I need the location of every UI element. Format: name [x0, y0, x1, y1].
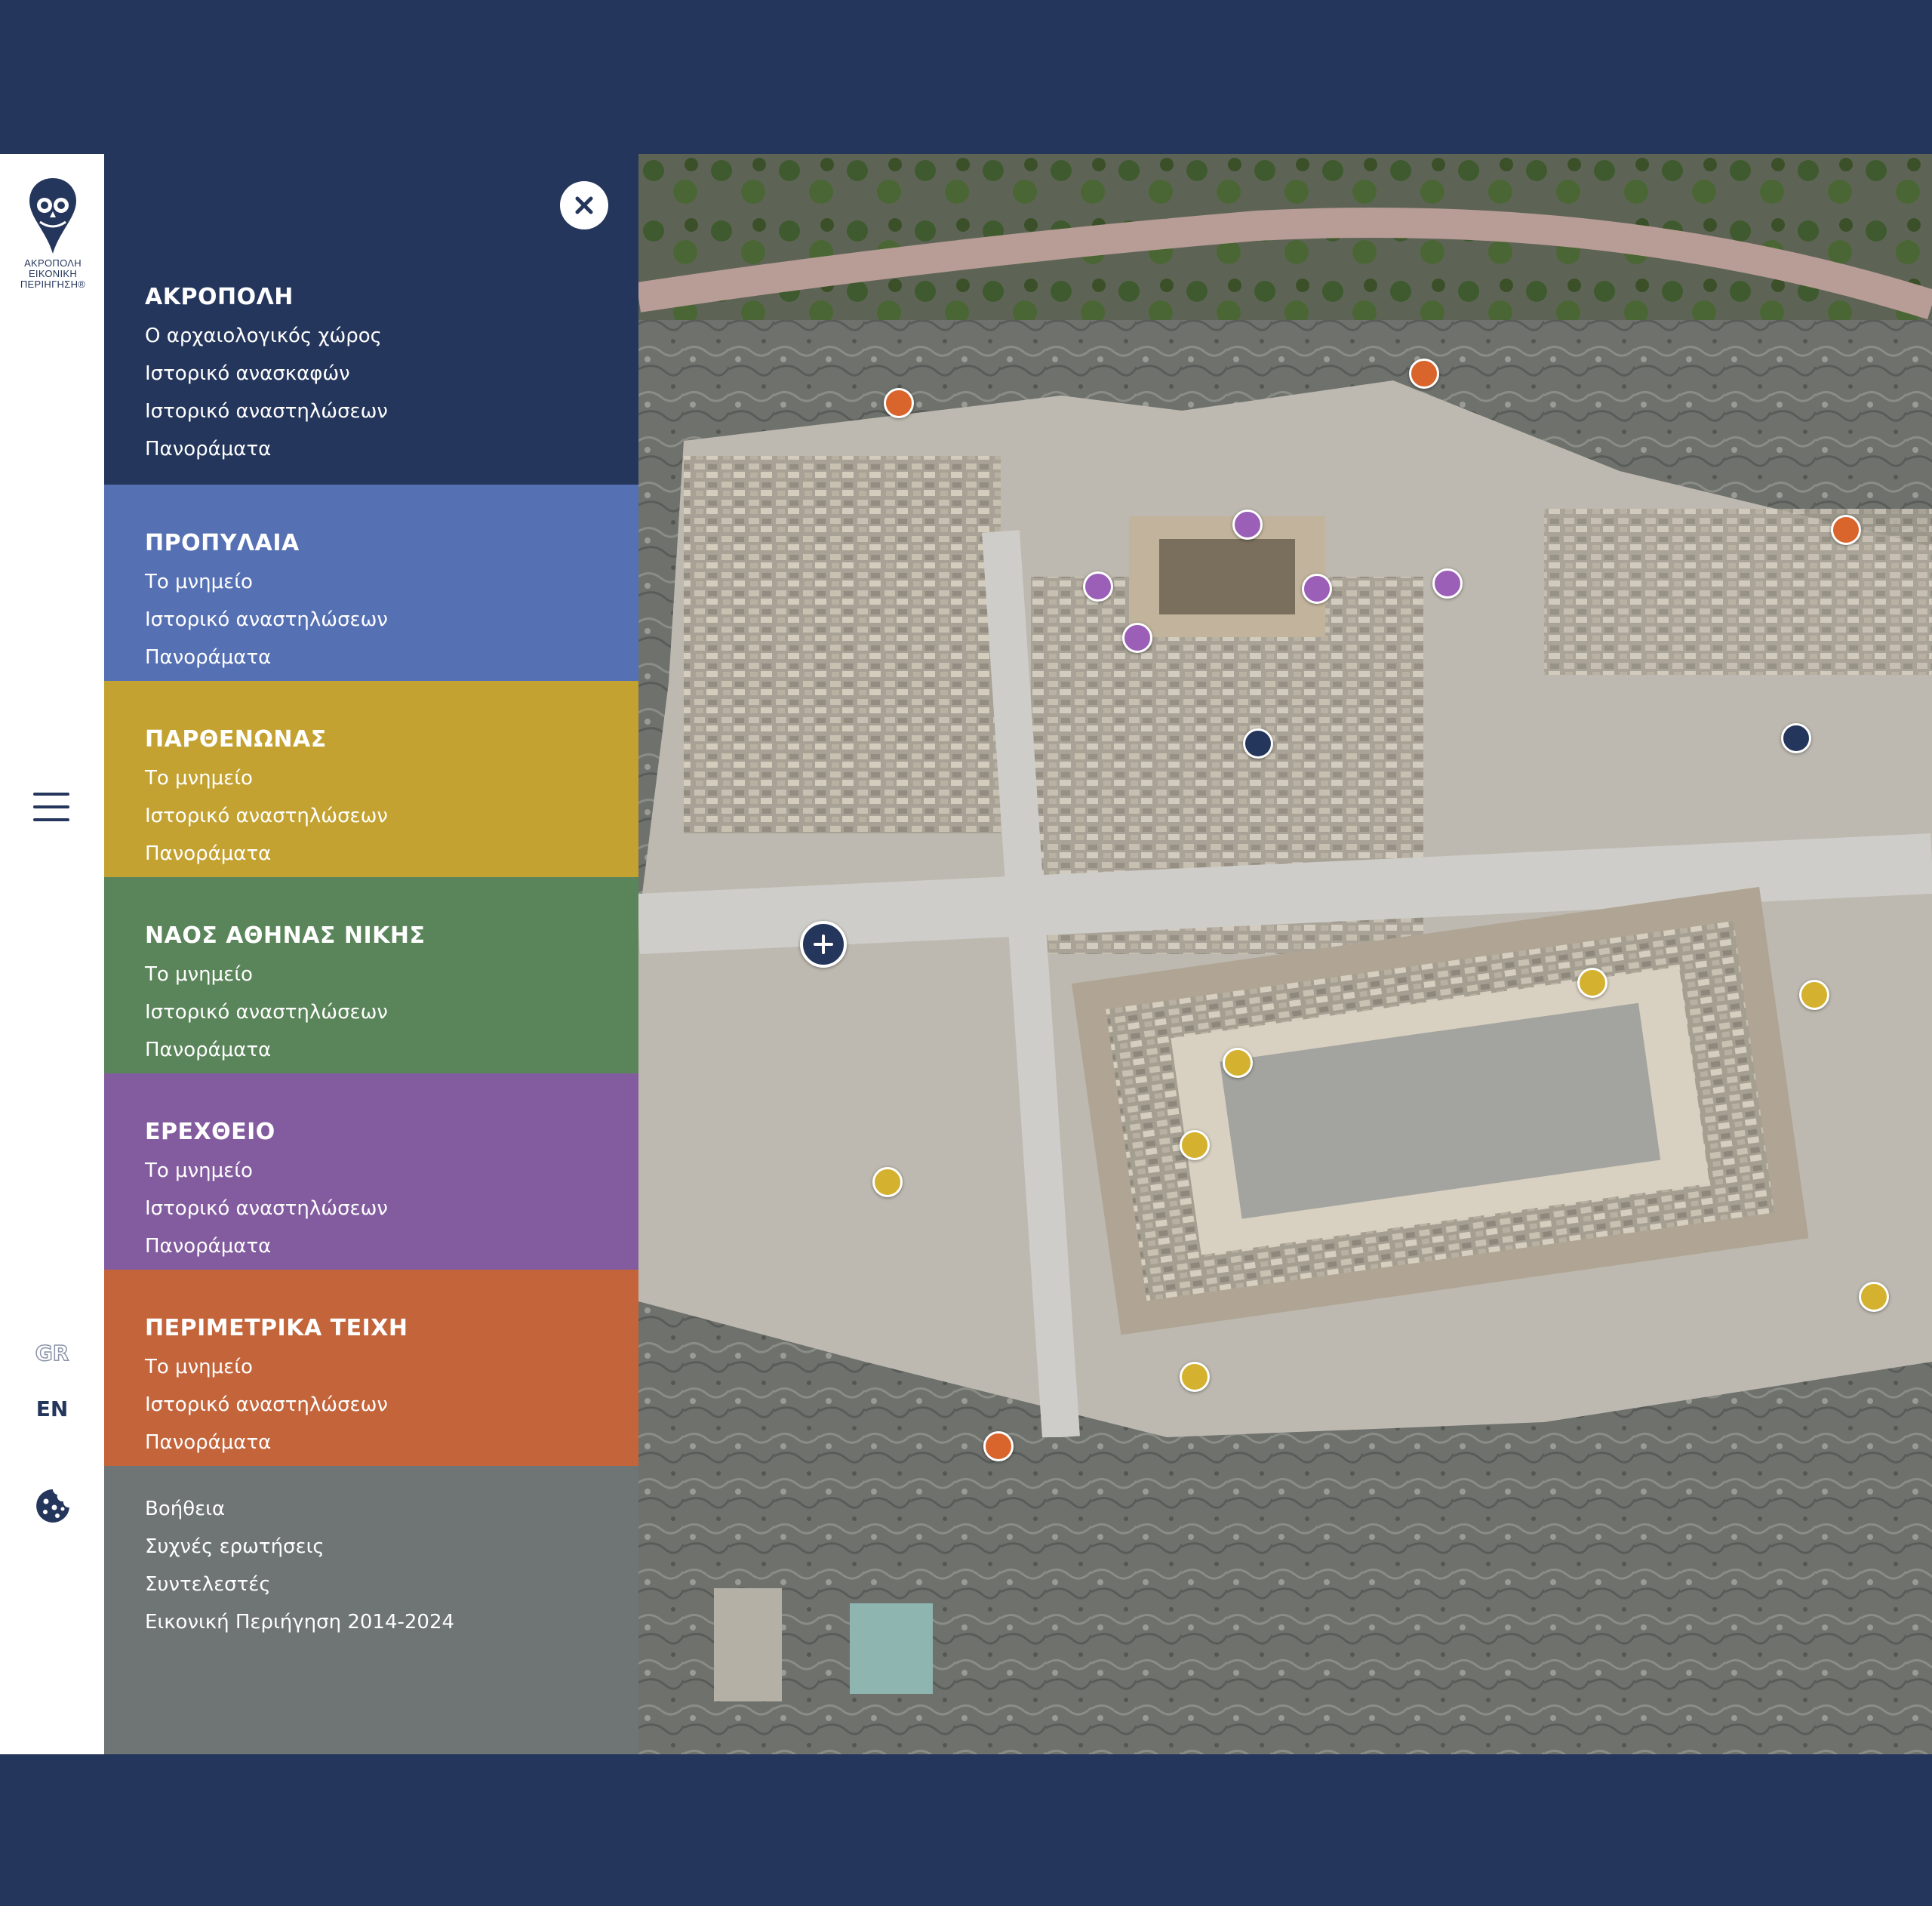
section-title[interactable]: ΑΚΡΟΠΟΛΗ [145, 284, 294, 310]
hamburger-bar [33, 818, 69, 821]
menu-link[interactable]: Το μνημείο [145, 1159, 253, 1182]
logo-text-line: ΕΙΚΟΝΙΚΗ [28, 268, 78, 279]
menu-link[interactable]: Πανοράματα [145, 1039, 271, 1061]
menu-link[interactable]: Πανοράματα [145, 842, 271, 865]
menu-footer: Βοήθεια Συχνές ερωτήσεις Συντελεστές Εικ… [104, 1466, 638, 1754]
map-pin-erechtheion[interactable] [1122, 623, 1152, 653]
logo[interactable]: ΑΚΡΟΠΟΛΗ ΕΙΚΟΝΙΚΗ ΠΕΡΙΗΓΗΣΗ® [14, 175, 92, 290]
menu-link[interactable]: Το μνημείο [145, 571, 253, 593]
hamburger-bar [33, 793, 69, 796]
faq-link[interactable]: Συχνές ερωτήσεις [145, 1535, 325, 1558]
menu-link[interactable]: Πανοράματα [145, 1431, 271, 1454]
menu-link[interactable]: Ιστορικό ανασκαφών [145, 362, 350, 385]
close-icon [575, 196, 593, 214]
section-title[interactable]: ΕΡΕΧΘΕΙΟ [145, 1119, 275, 1145]
help-link[interactable]: Βοήθεια [145, 1498, 225, 1520]
cookie-icon[interactable] [35, 1488, 71, 1524]
map-pin-parthenon[interactable] [1577, 968, 1607, 998]
map-pin-erechtheion[interactable] [1302, 574, 1332, 604]
map-pin-walls[interactable] [884, 388, 914, 418]
map-pin-parthenon[interactable] [1180, 1362, 1210, 1392]
menu-link[interactable]: Ιστορικό αναστηλώσεων [145, 1393, 388, 1416]
owl-pin-icon [29, 178, 76, 254]
navigation-menu: ΑΚΡΟΠΟΛΗ Ο αρχαιολογικός χώρος Ιστορικό … [104, 154, 638, 1754]
menu-link[interactable]: Ιστορικό αναστηλώσεων [145, 805, 388, 827]
menu-link[interactable]: Πανοράματα [145, 438, 271, 460]
menu-link[interactable]: Το μνημείο [145, 767, 253, 790]
map-pin-parthenon[interactable] [1223, 1048, 1253, 1078]
section-title[interactable]: ΠΑΡΘΕΝΩΝΑΣ [145, 726, 327, 753]
map-pin-walls[interactable] [983, 1431, 1014, 1461]
aerial-map[interactable] [638, 154, 1932, 1754]
menu-link[interactable]: Πανοράματα [145, 646, 271, 669]
section-title[interactable]: ΝΑΟΣ ΑΘΗΝΑΣ ΝΙΚΗΣ [145, 922, 425, 949]
map-pin-parthenon[interactable] [1859, 1282, 1889, 1312]
virtual-tour-link[interactable]: Εικονική Περιήγηση 2014-2024 [145, 1611, 454, 1633]
menu-section-parthenon: ΠΑΡΘΕΝΩΝΑΣ Το μνημείο Ιστορικό αναστηλώσ… [104, 681, 638, 877]
section-title[interactable]: ΠΕΡΙΜΕΤΡΙΚΑ ΤΕΙΧΗ [145, 1315, 408, 1341]
menu-link[interactable]: Ιστορικό αναστηλώσεων [145, 1001, 388, 1024]
app-window: ΑΚΡΟΠΟΛΗ ΕΙΚΟΝΙΚΗ ΠΕΡΙΗΓΗΣΗ® GR EN ΑΚΡΟΠ… [0, 154, 1932, 1754]
map-pin-erechtheion[interactable] [1432, 568, 1463, 599]
menu-link[interactable]: Ιστορικό αναστηλώσεων [145, 608, 388, 631]
map-pin-parthenon[interactable] [1799, 980, 1829, 1010]
menu-section-perimeter-walls: ΠΕΡΙΜΕΤΡΙΚΑ ΤΕΙΧΗ Το μνημείο Ιστορικό αν… [104, 1270, 638, 1466]
menu-section-acropolis: ΑΚΡΟΠΟΛΗ Ο αρχαιολογικός χώρος Ιστορικό … [104, 154, 638, 485]
map-pin-parthenon[interactable] [872, 1167, 903, 1197]
hamburger-bar [33, 805, 69, 808]
side-rail: ΑΚΡΟΠΟΛΗ ΕΙΚΟΝΙΚΗ ΠΕΡΙΗΓΗΣΗ® GR EN [0, 154, 104, 1754]
hamburger-icon[interactable] [33, 793, 71, 823]
menu-link[interactable]: Πανοράματα [145, 1235, 271, 1258]
add-point-button[interactable] [800, 921, 847, 968]
menu-link[interactable]: Το μνημείο [145, 1356, 253, 1378]
logo-text-line: ΑΚΡΟΠΟΛΗ [24, 257, 82, 269]
credits-link[interactable]: Συντελεστές [145, 1573, 271, 1596]
menu-link[interactable]: Ο αρχαιολογικός χώρος [145, 325, 382, 347]
map-pin-walls[interactable] [1831, 515, 1861, 545]
map-pin-parthenon[interactable] [1180, 1130, 1210, 1160]
menu-section-erechtheion: ΕΡΕΧΘΕΙΟ Το μνημείο Ιστορικό αναστηλώσεω… [104, 1073, 638, 1270]
map-pin-acropolis[interactable] [1243, 728, 1273, 759]
menu-link[interactable]: Ιστορικό αναστηλώσεων [145, 1197, 388, 1220]
map-pin-erechtheion[interactable] [1232, 510, 1263, 540]
language-en-button[interactable]: EN [0, 1396, 104, 1421]
map-pin-acropolis[interactable] [1781, 723, 1811, 753]
menu-section-athena-nike: ΝΑΟΣ ΑΘΗΝΑΣ ΝΙΚΗΣ Το μνημείο Ιστορικό αν… [104, 877, 638, 1073]
map-pin-walls[interactable] [1409, 359, 1439, 389]
menu-link[interactable]: Το μνημείο [145, 963, 253, 986]
logo-text-line: ΠΕΡΙΗΓΗΣΗ® [20, 279, 86, 290]
plus-icon [814, 935, 833, 954]
map-pin-erechtheion[interactable] [1083, 571, 1113, 602]
language-gr-button[interactable]: GR [0, 1340, 104, 1366]
menu-link[interactable]: Ιστορικό αναστηλώσεων [145, 400, 388, 423]
section-title[interactable]: ΠΡΟΠΥΛΑΙΑ [145, 530, 300, 556]
menu-section-propylaia: ΠΡΟΠΥΛΑΙΑ Το μνημείο Ιστορικό αναστηλώσε… [104, 485, 638, 681]
close-menu-button[interactable] [560, 181, 608, 229]
